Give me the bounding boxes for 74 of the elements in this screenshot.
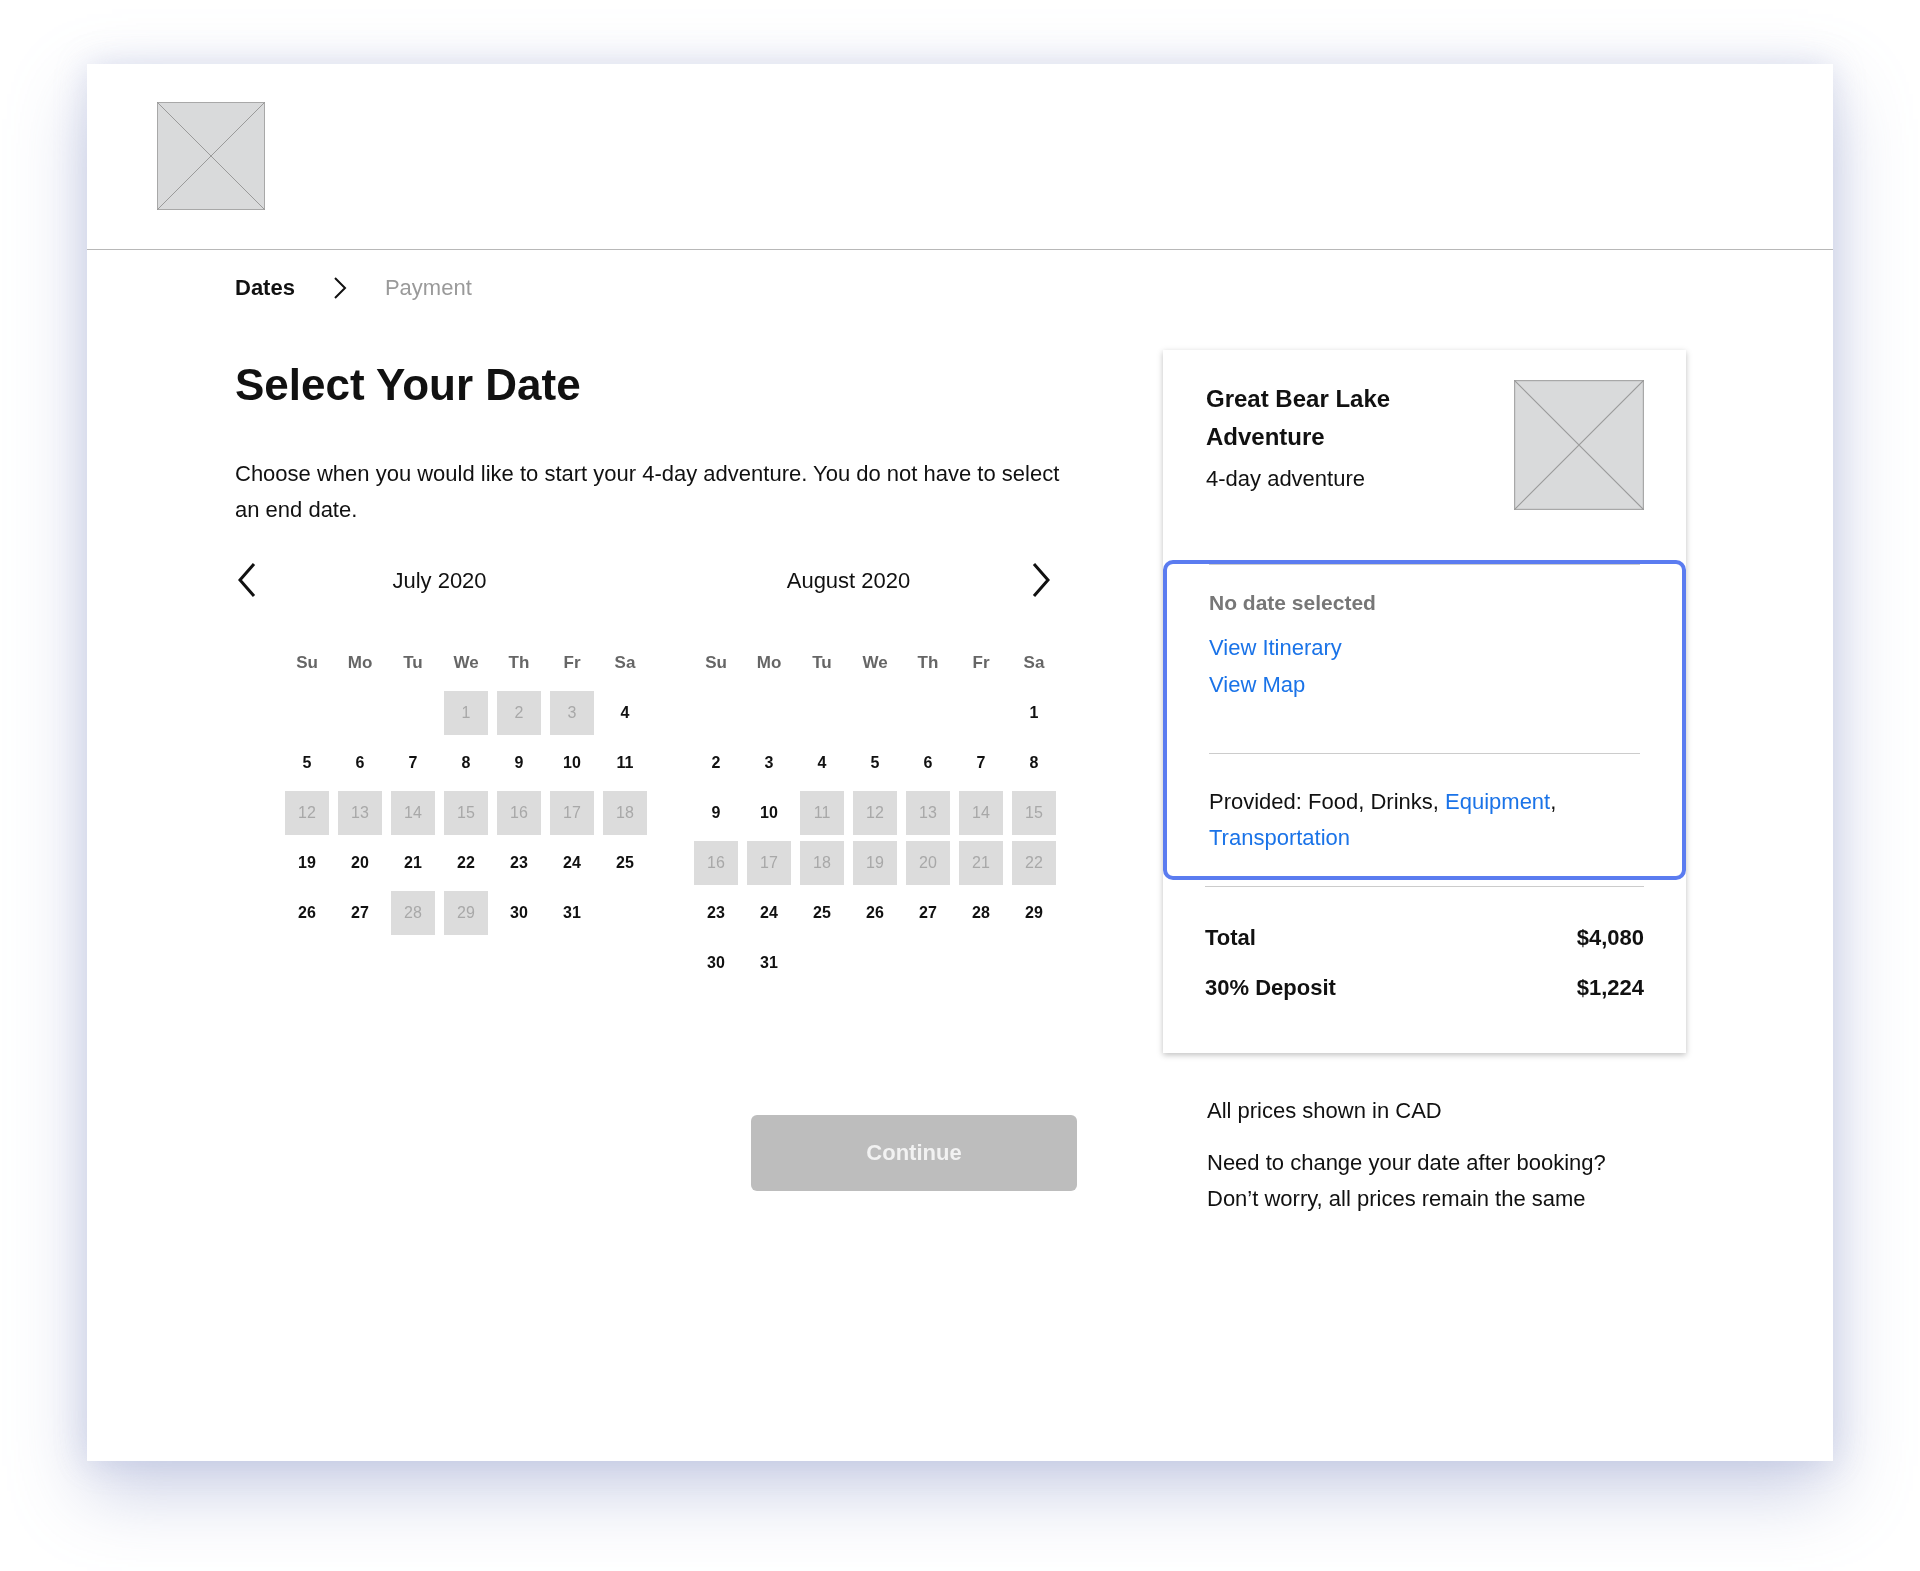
calendar-day[interactable]: 29 [1012, 891, 1056, 935]
calendar-day[interactable]: 2 [694, 741, 738, 785]
intro-text: Choose when you would like to start your 4-day adventure. You do not have to select an end date. [235, 460, 1061, 524]
calendar-day[interactable]: 10 [747, 791, 791, 835]
calendar-day[interactable]: 8 [444, 741, 488, 785]
calendar-day[interactable]: 28 [959, 891, 1003, 935]
price-value: $4,080 [1576, 924, 1644, 952]
weekday-label: Fr [562, 652, 582, 674]
provided-link[interactable]: Equipment [1445, 789, 1551, 814]
details-link[interactable]: View Map [1209, 666, 1640, 703]
calendar-day[interactable]: 3 [747, 741, 791, 785]
calendar-day[interactable]: 31 [747, 941, 791, 985]
weekday-label: Mo [346, 652, 374, 674]
calendar-day[interactable]: 27 [338, 891, 382, 935]
weekday-label: Sa [1022, 652, 1046, 674]
calendar-day[interactable]: 6 [906, 741, 950, 785]
calendar-day[interactable]: 30 [497, 891, 541, 935]
calendar-day[interactable]: 26 [285, 891, 329, 935]
calendar-day[interactable]: 6 [338, 741, 382, 785]
trip-duration: 4-day adventure [1206, 466, 1366, 492]
weekday-label: We [861, 652, 889, 674]
calendar-day[interactable]: 24 [550, 841, 594, 885]
calendar-day[interactable]: 9 [694, 791, 738, 835]
provided-link[interactable]: Transportation [1209, 825, 1351, 850]
image-placeholder-icon [1514, 380, 1644, 510]
calendar-day[interactable]: 30 [694, 941, 738, 985]
weekday-label: Su [295, 652, 319, 674]
calendar-day[interactable]: 4 [603, 691, 647, 735]
details-link[interactable]: View Itinerary [1209, 629, 1640, 666]
calendar-day[interactable]: 9 [497, 741, 541, 785]
calendar-day[interactable]: 5 [853, 741, 897, 785]
calendar-day[interactable]: 31 [550, 891, 594, 935]
logo-placeholder-icon [157, 102, 265, 210]
calendar-day[interactable]: 7 [959, 741, 1003, 785]
price-label: 30% Deposit [1205, 974, 1336, 1002]
calendar-day[interactable]: 25 [800, 891, 844, 935]
calendar-day[interactable]: 10 [550, 741, 594, 785]
weekday-label: Fr [971, 652, 991, 674]
calendar-day[interactable]: 22 [444, 841, 488, 885]
weekday-label: Su [704, 652, 728, 674]
calendar-day[interactable]: 26 [853, 891, 897, 935]
calendar-day[interactable]: 27 [906, 891, 950, 935]
calendar-day[interactable]: 25 [603, 841, 647, 885]
weekday-label: Sa [613, 652, 637, 674]
date-status: No date selected [1209, 564, 1640, 615]
weekday-label: Th [507, 652, 531, 674]
breadcrumb-link[interactable]: Dates [235, 275, 295, 301]
note-text: All prices shown in CAD [1207, 1097, 1443, 1125]
chevron-right-icon [332, 276, 347, 300]
calendar-day[interactable]: 24 [747, 891, 791, 935]
page-title: Select Your Date [235, 360, 582, 410]
month-title: August 2020 [786, 568, 911, 594]
calendar-day[interactable]: 21 [391, 841, 435, 885]
weekday-label: Mo [755, 652, 783, 674]
calendar-day[interactable]: 7 [391, 741, 435, 785]
calendar-day[interactable]: 23 [497, 841, 541, 885]
trip-title: Great Bear Lake Adventure [1206, 384, 1392, 452]
price-label: Total [1205, 924, 1256, 952]
month-title: July 2020 [392, 568, 487, 594]
calendar-day[interactable]: 23 [694, 891, 738, 935]
calendar-day[interactable]: 11 [603, 741, 647, 785]
weekday-label: Tu [811, 652, 833, 674]
price-value: $1,224 [1576, 974, 1644, 1002]
calendar-day[interactable]: 5 [285, 741, 329, 785]
note-text: Need to change your date after booking? Don’t worry, all prices remain the same [1207, 1149, 1607, 1213]
weekday-label: We [452, 652, 480, 674]
calendar-day[interactable]: 8 [1012, 741, 1056, 785]
provided-text: Provided: Food, Drinks, Equipment, Transportation [1209, 753, 1640, 876]
calendar-day[interactable]: 20 [338, 841, 382, 885]
weekday-label: Th [916, 652, 940, 674]
weekday-label: Tu [402, 652, 424, 674]
calendar-day[interactable]: 19 [285, 841, 329, 885]
calendar-day[interactable]: 4 [800, 741, 844, 785]
calendar-day[interactable]: 1 [1012, 691, 1056, 735]
